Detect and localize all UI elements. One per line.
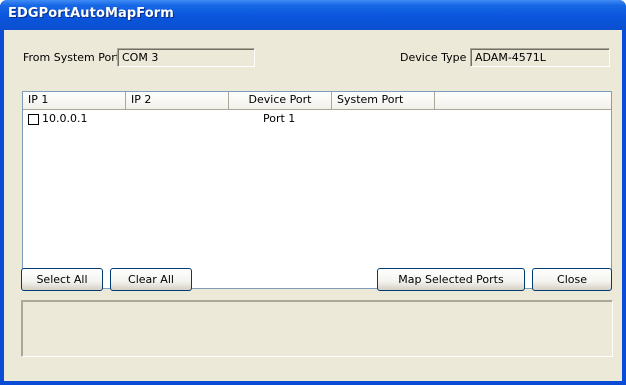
column-header-filler xyxy=(435,92,611,109)
map-selected-ports-button[interactable]: Map Selected Ports xyxy=(377,268,525,291)
window-title: EDGPortAutoMapForm xyxy=(8,6,174,21)
device-type-field[interactable]: ADAM-4571L xyxy=(470,48,610,67)
close-button[interactable]: Close xyxy=(532,268,612,291)
row-checkbox[interactable] xyxy=(28,114,39,125)
column-header-ip2[interactable]: IP 2 xyxy=(126,92,229,109)
select-all-button[interactable]: Select All xyxy=(21,268,103,291)
row-device-port: Port 1 xyxy=(263,112,296,125)
table-row[interactable]: 10.0.0.1 Port 1 xyxy=(25,111,425,127)
column-header-system-port[interactable]: System Port xyxy=(332,92,435,109)
title-bar[interactable]: EDGPortAutoMapForm xyxy=(0,0,626,30)
column-header-device-port[interactable]: Device Port xyxy=(229,92,332,109)
port-list[interactable]: IP 1 IP 2 Device Port System Port 10.0.0… xyxy=(22,91,612,289)
status-panel xyxy=(21,300,613,357)
column-header-ip1[interactable]: IP 1 xyxy=(23,92,126,109)
from-system-port-label: From System Port xyxy=(23,51,121,64)
window: EDGPortAutoMapForm From System Port COM … xyxy=(0,0,626,385)
clear-all-button[interactable]: Clear All xyxy=(110,268,192,291)
from-system-port-field[interactable]: COM 3 xyxy=(117,48,255,67)
form-client-area: From System Port COM 3 Device Type ADAM-… xyxy=(4,30,622,381)
row-ip1: 10.0.0.1 xyxy=(42,112,88,125)
list-header: IP 1 IP 2 Device Port System Port xyxy=(23,92,611,110)
device-type-label: Device Type xyxy=(400,51,467,64)
